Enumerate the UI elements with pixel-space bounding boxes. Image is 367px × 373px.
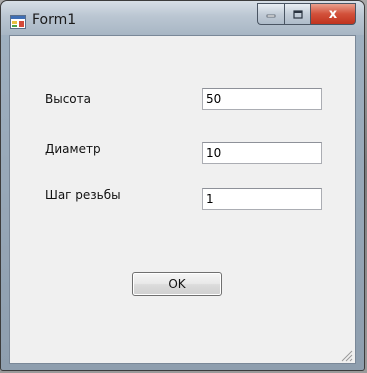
maximize-icon <box>292 9 303 19</box>
close-icon: x <box>328 6 338 22</box>
title-bar[interactable]: Form1 x <box>1 1 364 35</box>
form-window: Form1 x Высота Диаметр Шаг резьбы <box>0 0 365 371</box>
height-label: Высота <box>45 92 91 106</box>
caption-buttons: x <box>257 3 356 25</box>
diameter-input[interactable] <box>202 142 322 164</box>
thread-pitch-label: Шаг резьбы <box>45 188 121 202</box>
height-input[interactable] <box>202 88 322 110</box>
form-app-icon[interactable] <box>10 14 26 29</box>
window-title: Form1 <box>32 12 77 28</box>
minimize-button[interactable] <box>257 3 284 25</box>
resize-grip-icon[interactable] <box>339 347 353 362</box>
close-button[interactable]: x <box>311 3 356 25</box>
form-client-area: Высота Диаметр Шаг резьбы OK <box>9 35 356 364</box>
maximize-button[interactable] <box>284 3 311 25</box>
diameter-label: Диаметр <box>45 142 101 156</box>
ok-button[interactable]: OK <box>132 272 222 296</box>
minimize-icon <box>266 14 276 18</box>
thread-pitch-input[interactable] <box>202 188 322 210</box>
